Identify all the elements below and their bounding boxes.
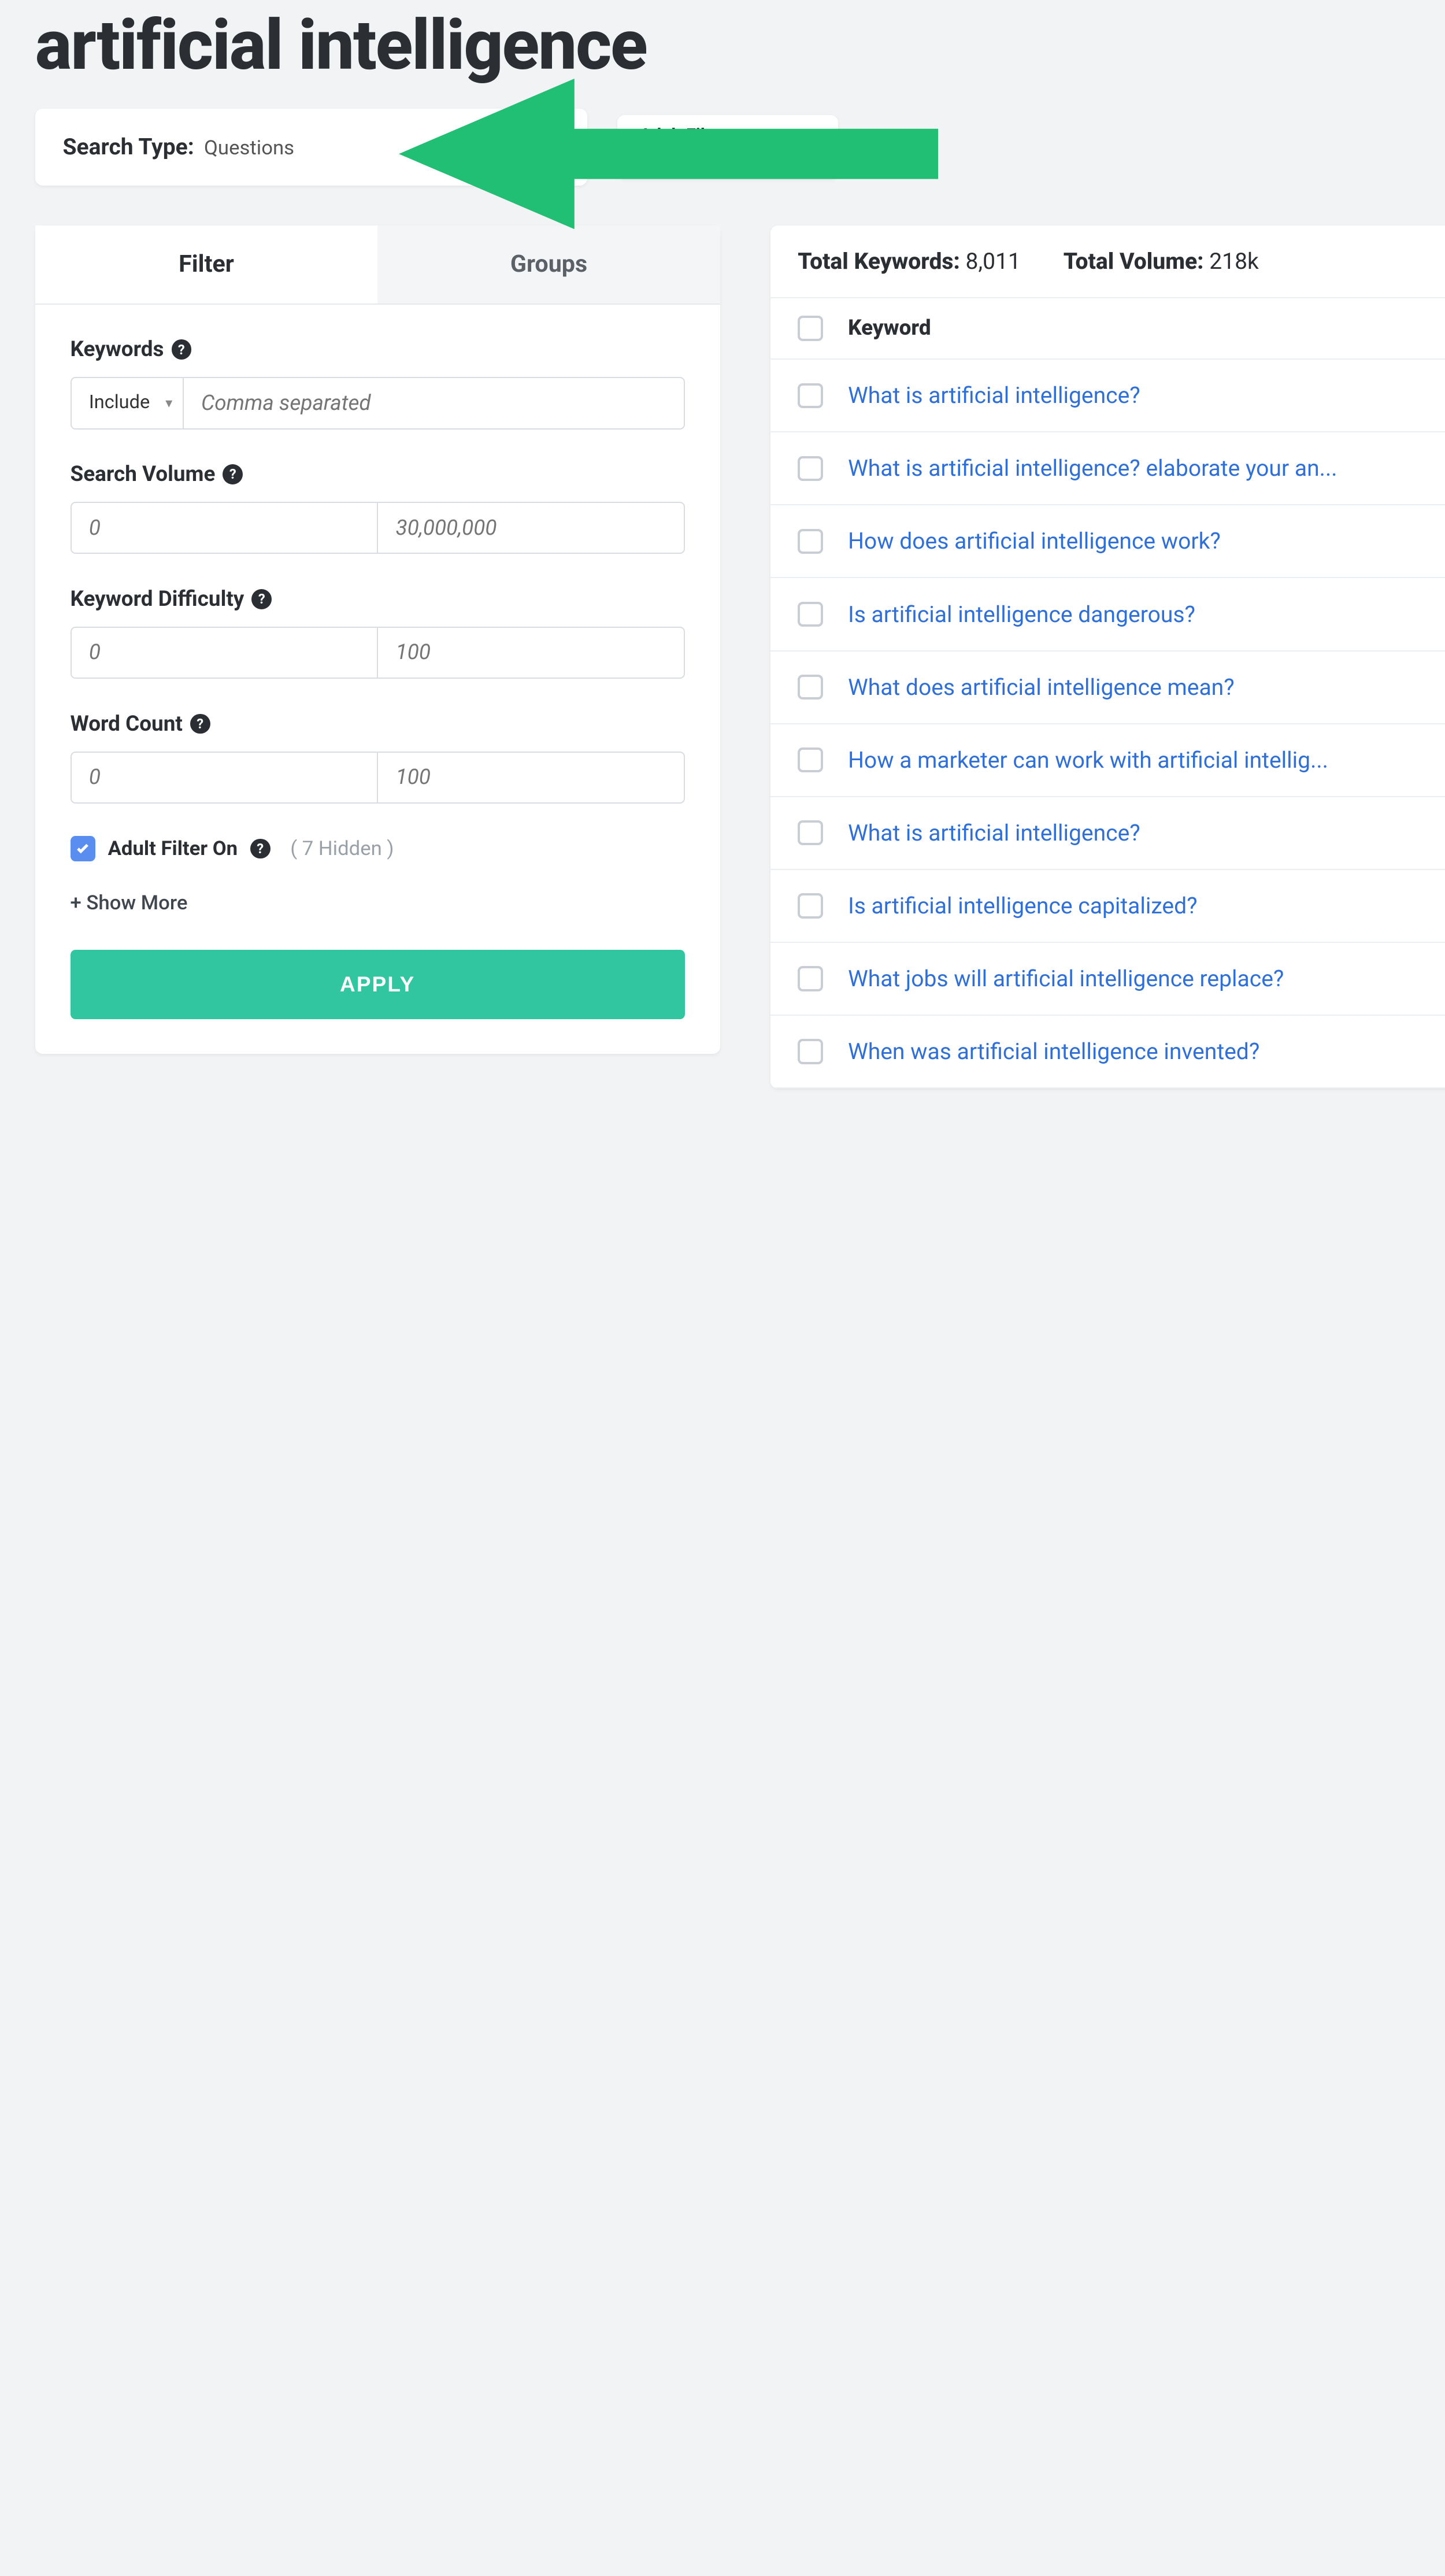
row-checkbox[interactable] xyxy=(798,383,822,408)
results-table-body: What is artificial intelligence?14.4kWha… xyxy=(770,360,1445,1089)
total-volume-value: 218k xyxy=(1209,248,1259,275)
adult-filter-checkbox[interactable] xyxy=(71,836,95,861)
row-checkbox[interactable] xyxy=(798,602,822,627)
table-row: What does artificial intelligence mean?5… xyxy=(770,652,1445,724)
adult-filter-hidden-count: ( 7 Hidden ) xyxy=(290,837,394,860)
apply-button[interactable]: APPLY xyxy=(71,950,686,1019)
table-row: When was artificial intelligence invente… xyxy=(770,1016,1445,1089)
adult-filter-label: Adult Filter On xyxy=(108,837,238,860)
filter-tabs: Filter Groups xyxy=(35,225,720,305)
tab-filter[interactable]: Filter xyxy=(35,225,378,304)
row-checkbox[interactable] xyxy=(798,893,822,918)
table-row: Is artificial intelligence capitalized?4… xyxy=(770,870,1445,943)
results-panel: Total Keywords: 8,011 Total Volume: 218k… xyxy=(770,225,1445,1089)
keywords-label: Keywords ? xyxy=(71,337,686,362)
help-icon[interactable]: ? xyxy=(250,839,271,859)
search-volume-label-text: Search Volume xyxy=(71,462,216,487)
keyword-link[interactable]: How does artificial intelligence work? xyxy=(848,528,1221,554)
row-checkbox[interactable] xyxy=(798,456,822,481)
wordcount-min-input[interactable] xyxy=(71,752,377,804)
filter-panel: Filter Groups Keywords ? Include ▾ xyxy=(35,225,720,1054)
search-volume-label: Search Volume ? xyxy=(71,462,686,487)
total-volume-label: Total Volume: xyxy=(1064,248,1204,275)
help-icon[interactable]: ? xyxy=(172,339,192,360)
keywords-include-select[interactable]: Include ▾ xyxy=(71,377,183,429)
table-row: What is artificial intelligence? elabora… xyxy=(770,432,1445,505)
search-type-label: Search Type: xyxy=(62,134,194,160)
adult-filter-line1: Adult Filt... xyxy=(640,125,816,146)
help-icon[interactable]: ? xyxy=(223,464,243,484)
difficulty-label: Keyword Difficulty ? xyxy=(71,587,686,612)
chevron-down-icon: ▾ xyxy=(165,395,172,411)
wordcount-label: Word Count ? xyxy=(71,712,686,736)
wordcount-max-input[interactable] xyxy=(377,752,685,804)
show-more-link[interactable]: + Show More xyxy=(71,891,188,915)
difficulty-min-input[interactable] xyxy=(71,627,377,679)
row-checkbox[interactable] xyxy=(798,966,822,991)
select-all-checkbox[interactable] xyxy=(798,316,822,340)
total-keywords-label: Total Keywords: xyxy=(798,248,960,275)
page-title: artificial intelligence xyxy=(35,5,1445,86)
row-checkbox[interactable] xyxy=(798,820,822,845)
table-row: What is artificial intelligence?14.4k xyxy=(770,360,1445,432)
help-icon[interactable]: ? xyxy=(251,589,272,609)
keyword-link[interactable]: How a marketer can work with artificial … xyxy=(848,747,1328,773)
table-row: Is artificial intelligence dangerous?720 xyxy=(770,578,1445,651)
keywords-label-text: Keywords xyxy=(71,337,164,362)
keywords-input[interactable] xyxy=(183,377,685,429)
difficulty-label-text: Keyword Difficulty xyxy=(71,587,244,612)
check-icon xyxy=(75,841,90,856)
search-type-value: Questions xyxy=(204,136,294,160)
include-select-value: Include xyxy=(89,391,150,413)
keyword-link[interactable]: Is artificial intelligence dangerous? xyxy=(848,601,1195,628)
results-summary: Total Keywords: 8,011 Total Volume: 218k xyxy=(770,225,1445,297)
adult-filter-summary-card[interactable]: Adult Filt... / Keywords xyxy=(617,115,838,179)
search-volume-max-input[interactable] xyxy=(377,502,685,554)
keyword-link[interactable]: When was artificial intelligence invente… xyxy=(848,1038,1259,1065)
total-keywords-value: 8,011 xyxy=(966,248,1021,275)
search-volume-min-input[interactable] xyxy=(71,502,377,554)
topbar: Search Type: Questions Adult Filt... / K… xyxy=(35,109,1445,186)
table-row: What is artificial intelligence?540 xyxy=(770,797,1445,870)
row-checkbox[interactable] xyxy=(798,1039,822,1064)
results-table-header: Keyword Volume xyxy=(770,297,1445,360)
column-keyword[interactable]: Keyword xyxy=(848,316,1445,340)
adult-filter-line2: / Keywords xyxy=(640,146,816,169)
keyword-link[interactable]: What is artificial intelligence? xyxy=(848,820,1140,846)
keyword-link[interactable]: What does artificial intelligence mean? xyxy=(848,674,1235,701)
table-row: What jobs will artificial intelligence r… xyxy=(770,943,1445,1016)
row-checkbox[interactable] xyxy=(798,675,822,699)
tab-groups[interactable]: Groups xyxy=(377,225,720,304)
keyword-link[interactable]: Is artificial intelligence capitalized? xyxy=(848,893,1198,919)
help-icon[interactable]: ? xyxy=(190,714,210,734)
keyword-link[interactable]: What is artificial intelligence? elabora… xyxy=(848,455,1337,482)
table-row: How a marketer can work with artificial … xyxy=(770,724,1445,797)
difficulty-max-input[interactable] xyxy=(377,627,685,679)
wordcount-label-text: Word Count xyxy=(71,712,183,736)
keyword-link[interactable]: What is artificial intelligence? xyxy=(848,382,1140,409)
row-checkbox[interactable] xyxy=(798,529,822,554)
table-row: How does artificial intelligence work?1.… xyxy=(770,505,1445,578)
keyword-link[interactable]: What jobs will artificial intelligence r… xyxy=(848,965,1284,992)
search-type-card[interactable]: Search Type: Questions xyxy=(35,109,587,186)
row-checkbox[interactable] xyxy=(798,747,822,772)
